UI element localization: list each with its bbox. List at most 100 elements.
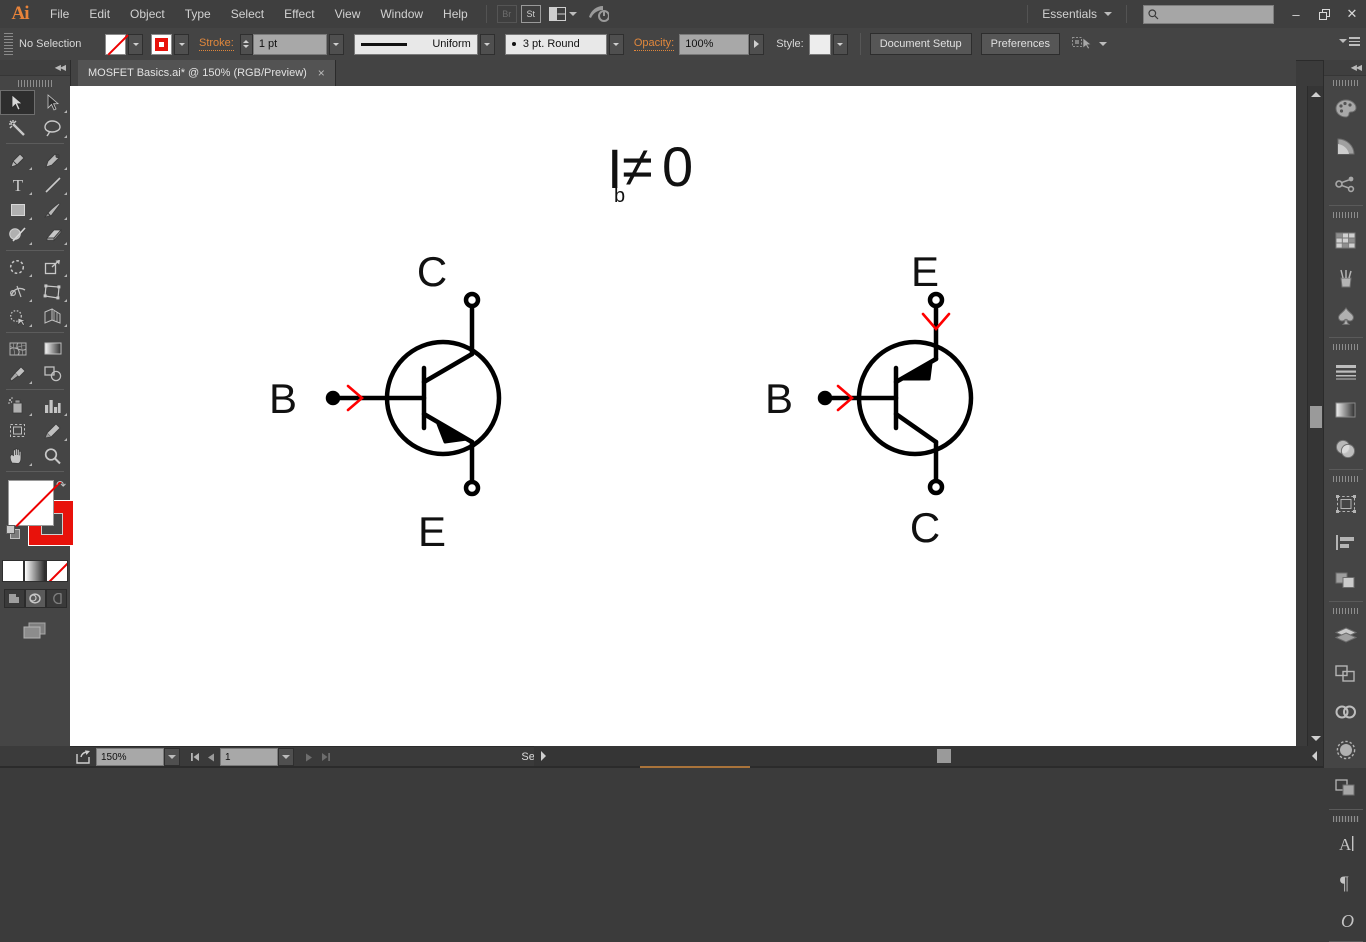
stroke-profile-dropdown[interactable] — [479, 33, 495, 55]
width-tool[interactable] — [0, 279, 35, 304]
close-button[interactable]: ✕ — [1338, 0, 1366, 28]
lasso-tool[interactable] — [35, 115, 70, 140]
stroke-dropdown-button[interactable] — [174, 33, 189, 55]
slice-tool[interactable] — [35, 418, 70, 443]
preferences-button[interactable]: Preferences — [980, 33, 1060, 55]
dock-group-grip-5[interactable] — [1324, 604, 1366, 617]
dock-group-grip-2[interactable] — [1324, 208, 1366, 221]
stock-icon[interactable]: St — [520, 5, 541, 23]
selection-tool[interactable] — [0, 90, 35, 115]
graphic-styles-panel-icon[interactable] — [1324, 769, 1366, 807]
curvature-tool[interactable] — [35, 147, 70, 172]
mesh-tool[interactable] — [0, 336, 35, 361]
character-panel-icon[interactable]: A — [1324, 825, 1366, 863]
menu-effect[interactable]: Effect — [274, 0, 324, 28]
stroke-swatch[interactable] — [151, 33, 172, 55]
tools-panel-grip[interactable] — [0, 76, 70, 90]
full-screen-mode[interactable] — [45, 589, 67, 608]
chevron-down-icon[interactable] — [1104, 12, 1112, 16]
direct-selection-tool[interactable] — [35, 90, 70, 115]
color-panel-icon[interactable] — [1324, 89, 1366, 127]
gradient-panel-icon[interactable] — [1324, 391, 1366, 429]
opacity-label[interactable]: Opacity: — [633, 37, 675, 51]
eraser-tool[interactable] — [35, 222, 70, 247]
zoom-level-input[interactable]: 150% — [96, 748, 164, 766]
vertical-scrollbar[interactable] — [1307, 86, 1324, 746]
artboard-dropdown[interactable] — [278, 748, 294, 766]
paragraph-panel-icon[interactable]: ¶ — [1324, 863, 1366, 901]
normal-screen-mode[interactable] — [3, 589, 25, 608]
horizontal-scroll-track[interactable] — [552, 746, 1305, 766]
rotate-tool[interactable] — [0, 254, 35, 279]
scroll-right-button[interactable] — [534, 751, 552, 761]
first-artboard-button[interactable] — [186, 749, 203, 765]
menu-help[interactable]: Help — [433, 0, 478, 28]
document-setup-button[interactable]: Document Setup — [869, 33, 972, 55]
brush-definition-dropdown[interactable] — [608, 33, 624, 55]
export-for-screens-icon[interactable] — [70, 748, 96, 766]
home-icon[interactable] — [587, 4, 610, 25]
npn-transistor-symbol[interactable] — [325, 291, 502, 497]
color-mode-none[interactable] — [46, 560, 68, 582]
symbols-panel-icon[interactable] — [1324, 297, 1366, 335]
graphic-style-dropdown[interactable] — [832, 33, 848, 55]
scale-tool[interactable] — [35, 254, 70, 279]
brush-definition-select[interactable]: 3 pt. Round — [504, 33, 607, 55]
stroke-profile-select[interactable]: Uniform — [353, 33, 478, 55]
links-panel-icon[interactable] — [1324, 693, 1366, 731]
search-input[interactable] — [1143, 4, 1274, 24]
scroll-left-button[interactable] — [1305, 751, 1323, 761]
type-tool[interactable]: T — [0, 172, 35, 197]
fill-swatch[interactable] — [105, 33, 126, 55]
horizontal-scrollbar[interactable] — [534, 746, 1323, 766]
swatches-panel-icon[interactable] — [1324, 221, 1366, 259]
previous-artboard-button[interactable] — [203, 749, 220, 765]
scroll-down-button[interactable] — [1308, 730, 1324, 746]
vertical-scroll-thumb[interactable] — [1310, 406, 1322, 428]
zoom-tool[interactable] — [35, 443, 70, 468]
stroke-weight-dropdown[interactable] — [328, 33, 344, 55]
glyphs-panel-icon[interactable]: O — [1324, 901, 1366, 939]
full-screen-with-menu-bar[interactable] — [24, 589, 46, 608]
color-guide-panel-icon[interactable] — [1324, 127, 1366, 165]
column-graph-tool[interactable] — [35, 393, 70, 418]
shape-builder-tool[interactable] — [0, 304, 35, 329]
menu-view[interactable]: View — [325, 0, 371, 28]
workspace-switcher[interactable]: Essentials — [1036, 7, 1118, 21]
dock-group-grip-3[interactable] — [1324, 340, 1366, 353]
maximize-button[interactable] — [1310, 0, 1338, 28]
align-to-selection-icon[interactable] — [1071, 35, 1094, 53]
graphic-style-swatch[interactable] — [808, 33, 831, 55]
default-fill-stroke-icon[interactable] — [5, 524, 21, 543]
artboard-tool[interactable] — [0, 418, 35, 443]
swap-fill-stroke-icon[interactable]: ↷ — [56, 478, 66, 492]
hand-tool[interactable] — [0, 443, 35, 468]
stroke-weight-stepper[interactable] — [239, 33, 253, 55]
stroke-weight-label[interactable]: Stroke: — [199, 37, 234, 51]
menu-file[interactable]: File — [40, 0, 79, 28]
line-segment-tool[interactable] — [35, 172, 70, 197]
pen-tool[interactable] — [0, 147, 35, 172]
horizontal-scroll-thumb[interactable] — [937, 749, 951, 763]
menu-window[interactable]: Window — [370, 0, 433, 28]
last-artboard-button[interactable] — [317, 749, 334, 765]
arrange-documents-icon[interactable] — [548, 7, 577, 21]
transparency-panel-icon[interactable] — [1324, 429, 1366, 467]
artboard-number-input[interactable]: 1 — [220, 748, 278, 766]
perspective-grid-tool[interactable] — [35, 304, 70, 329]
appearance-panel-icon[interactable] — [1324, 731, 1366, 769]
stroke-weight-input[interactable]: 1 pt — [252, 33, 327, 55]
stroke-panel-icon[interactable] — [1324, 353, 1366, 391]
fill-dropdown-button[interactable] — [128, 33, 143, 55]
gradient-tool[interactable] — [35, 336, 70, 361]
collapse-panel-icon[interactable]: ◀◀ — [55, 63, 66, 72]
opacity-popup-button[interactable] — [749, 33, 765, 55]
shaper-tool[interactable] — [0, 222, 35, 247]
expand-panels-icon[interactable]: ◀◀ — [1351, 63, 1362, 72]
dock-group-grip-4[interactable] — [1324, 472, 1366, 485]
symbol-sprayer-tool[interactable] — [0, 393, 35, 418]
zoom-level-dropdown[interactable] — [164, 748, 180, 766]
eyedropper-tool[interactable] — [0, 361, 35, 386]
document-tab[interactable]: MOSFET Basics.ai* @ 150% (RGB/Preview) × — [78, 60, 336, 86]
color-mode-color[interactable] — [2, 560, 24, 582]
